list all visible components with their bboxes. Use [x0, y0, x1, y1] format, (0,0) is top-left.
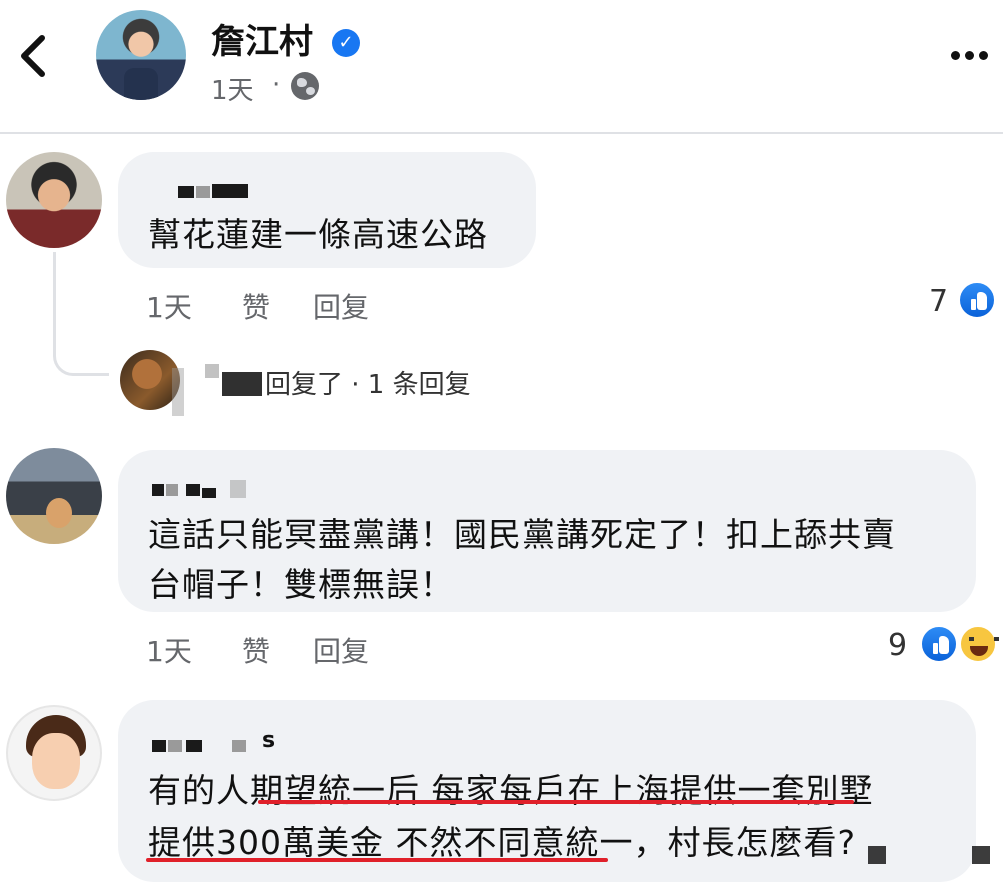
reply-button[interactable]: 回复 [313, 630, 369, 670]
more-options-button[interactable] [945, 40, 993, 70]
commenter-avatar[interactable] [6, 705, 102, 801]
reaction-count[interactable]: 7 [929, 284, 948, 319]
post-time[interactable]: 1天 [211, 70, 254, 107]
back-button[interactable] [14, 32, 54, 80]
view-replies-link[interactable]: 回复了 · 1 条回复 [265, 364, 471, 401]
comment-text-line-1: 這話只能冥盡黨講！國民黨講死定了！扣上舔共賣 [148, 515, 896, 554]
red-underline-annotation [146, 858, 608, 862]
red-underline-annotation [258, 800, 854, 804]
comment-time[interactable]: 1天 [146, 286, 192, 326]
reply-thread-line [53, 252, 109, 376]
like-button[interactable]: 赞 [242, 286, 270, 326]
verified-badge-icon: ✓ [332, 29, 360, 57]
page-name[interactable]: 詹江村 [211, 14, 313, 63]
reaction-count[interactable]: 9 [888, 628, 907, 663]
header-divider [0, 132, 1003, 134]
author-name-suffix: s [262, 728, 276, 753]
like-icon[interactable] [920, 625, 958, 663]
like-button[interactable]: 赞 [242, 630, 270, 670]
comment-time[interactable]: 1天 [146, 630, 192, 670]
comment-text-line-1: 有的人期望統一后 每家每戶在上海提供一套別墅 [148, 771, 874, 810]
like-icon[interactable] [958, 281, 996, 319]
comment-text-line-2: 提供300萬美金 不然不同意統一，村長怎麼看? [148, 823, 856, 862]
reply-button[interactable]: 回复 [313, 286, 369, 326]
redaction-mark [868, 846, 886, 864]
comment-text-line-2: 台帽子！雙標無誤！ [148, 565, 454, 604]
page-avatar[interactable] [96, 10, 186, 100]
globe-icon [291, 72, 319, 100]
post-header: 詹江村 ✓ 1天 · [0, 0, 1003, 132]
comment-text: 幫花蓮建一條高速公路 [148, 215, 488, 254]
reply-author-avatar[interactable] [120, 350, 180, 410]
commenter-avatar[interactable] [6, 448, 102, 544]
separator-dot: · [272, 70, 281, 100]
commenter-avatar[interactable] [6, 152, 102, 248]
haha-icon[interactable] [959, 625, 999, 663]
redaction-mark [972, 846, 990, 864]
